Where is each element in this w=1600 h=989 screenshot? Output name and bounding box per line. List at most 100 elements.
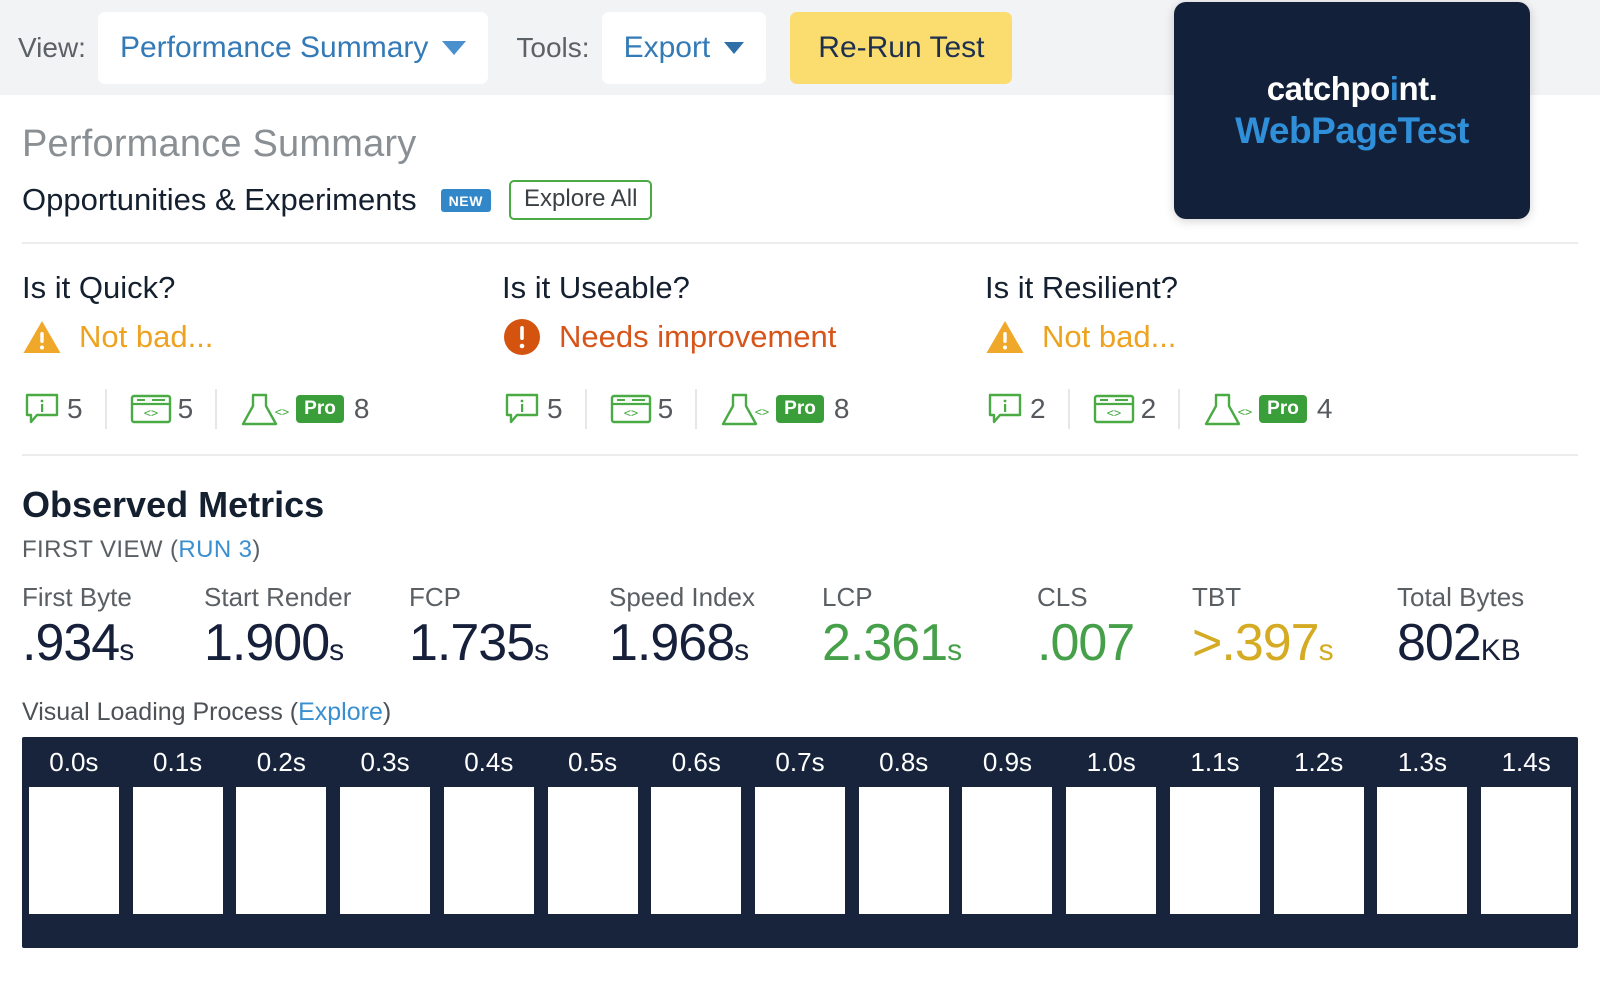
frame-timestamp: 0.7s xyxy=(775,747,825,778)
run-link[interactable]: RUN 3 xyxy=(178,536,252,563)
stat-insights[interactable]: 5 xyxy=(502,389,585,429)
metric-label: FCP xyxy=(409,582,461,612)
pro-badge: Pro xyxy=(776,395,824,423)
filmstrip-frame: 0.0s xyxy=(22,747,126,934)
metric-value: 802KB xyxy=(1397,614,1577,672)
stat-experiments[interactable]: <> 5 xyxy=(584,389,696,429)
stat-count: 5 xyxy=(547,393,563,424)
assessment-question: Is it Useable? xyxy=(502,270,690,305)
frame-thumbnail[interactable] xyxy=(1377,787,1468,915)
frame-timestamp: 0.3s xyxy=(360,747,410,778)
metric-value: 1.900s xyxy=(204,614,409,672)
metric-first-byte: First Byte .934s xyxy=(22,582,204,672)
divider-middle xyxy=(22,454,1578,456)
stat-pro-experiments[interactable]: <> Pro 8 xyxy=(215,389,391,429)
assessment-question: Is it Resilient? xyxy=(985,270,1178,305)
stat-experiments[interactable]: <> 5 xyxy=(104,389,216,429)
metric-label: Speed Index xyxy=(609,582,756,612)
brand-part-2: nt. xyxy=(1398,69,1438,107)
stat-pro-experiments[interactable]: <> Pro 8 xyxy=(695,389,871,429)
frame-timestamp: 1.1s xyxy=(1190,747,1240,778)
assessment-verdict-text: Not bad... xyxy=(1042,319,1177,354)
metric-value: .934s xyxy=(22,614,204,672)
stat-insights[interactable]: 5 xyxy=(22,389,105,429)
frame-thumbnail[interactable] xyxy=(28,787,119,915)
stat-count: 4 xyxy=(1316,393,1333,424)
frame-thumbnail[interactable] xyxy=(755,787,845,915)
frame-thumbnail[interactable] xyxy=(962,787,1053,915)
stat-count: 8 xyxy=(833,393,850,424)
metric-value: >.397s xyxy=(1192,614,1397,672)
metric-speed-index: Speed Index 1.968s xyxy=(609,582,822,672)
pro-badge: Pro xyxy=(296,395,344,423)
frame-thumbnail[interactable] xyxy=(1066,787,1157,915)
caption-after: ) xyxy=(382,698,392,727)
exclamation-circle-icon xyxy=(504,319,540,355)
webpagetest-wordmark: WebPageTest xyxy=(1235,109,1469,151)
frame-timestamp: 1.0s xyxy=(1086,747,1136,778)
frame-timestamp: 0.6s xyxy=(671,747,721,778)
metric-unit: s xyxy=(947,634,963,667)
filmstrip-frame: 1.0s xyxy=(1059,747,1163,934)
assessment-stats: 5 <> 5 <> Pro 8 xyxy=(502,386,985,432)
visual-loading-caption: Visual Loading Process (Explore) xyxy=(22,698,1578,727)
assessment-quick: Is it Quick? Not bad... 5 <> 5 <> Pro 8 xyxy=(22,270,502,432)
frame-timestamp: 0.0s xyxy=(49,747,99,778)
stat-insights[interactable]: 2 xyxy=(985,389,1068,429)
filmstrip-frame: 1.3s xyxy=(1371,747,1475,934)
browser-code-icon: <> xyxy=(1093,394,1134,424)
metric-value: 2.361s xyxy=(822,614,1037,672)
stat-count: 5 xyxy=(657,393,674,424)
stat-count: 2 xyxy=(1030,393,1046,424)
metric-number: .934 xyxy=(22,614,120,672)
view-dropdown[interactable]: Performance Summary xyxy=(97,11,489,84)
info-bubble-icon xyxy=(25,393,59,424)
metric-unit: s xyxy=(534,634,550,667)
frame-thumbnail[interactable] xyxy=(443,787,534,915)
filmstrip-frame: 0.5s xyxy=(541,747,645,934)
frame-timestamp: 1.3s xyxy=(1397,747,1447,778)
svg-text:<>: <> xyxy=(623,406,637,420)
divider-top xyxy=(22,242,1578,244)
re-run-test-button[interactable]: Re-Run Test xyxy=(790,11,1013,84)
stat-count: 5 xyxy=(177,393,194,424)
export-dropdown-value: Export xyxy=(623,30,711,64)
assessment-verdict: Needs improvement xyxy=(502,312,985,362)
filmstrip-frame: 0.7s xyxy=(748,747,852,934)
frame-thumbnail[interactable] xyxy=(1481,787,1572,915)
stat-count: 2 xyxy=(1140,393,1157,424)
stat-pro-experiments[interactable]: <> Pro 4 xyxy=(1178,389,1354,429)
frame-thumbnail[interactable] xyxy=(1273,787,1364,915)
frame-thumbnail[interactable] xyxy=(132,787,223,915)
filmstrip-frame: 1.2s xyxy=(1267,747,1371,934)
brand-part-1: catchpo xyxy=(1266,69,1391,107)
flask-code-icon: <> xyxy=(721,393,769,426)
first-view-subhead: FIRST VIEW (RUN 3) xyxy=(22,536,1578,564)
stat-experiments[interactable]: <> 2 xyxy=(1067,389,1179,429)
frame-timestamp: 0.2s xyxy=(256,747,306,778)
frame-timestamp: 0.8s xyxy=(879,747,929,778)
frame-thumbnail[interactable] xyxy=(858,787,949,915)
frame-thumbnail[interactable] xyxy=(547,787,638,915)
main-content: Performance Summary Opportunities & Expe… xyxy=(0,123,1600,949)
metric-fcp: FCP 1.735s xyxy=(409,582,609,672)
view-dropdown-value: Performance Summary xyxy=(119,30,429,64)
metric-lcp: LCP 2.361s xyxy=(822,582,1037,672)
catchpoint-wordmark: catchpoint. xyxy=(1267,70,1438,108)
filmstrip-frame: 0.2s xyxy=(229,747,333,934)
flask-code-icon: <> xyxy=(1204,393,1252,426)
frame-thumbnail[interactable] xyxy=(340,787,431,915)
frame-thumbnail[interactable] xyxy=(1169,787,1260,915)
frame-timestamp: 0.4s xyxy=(464,747,514,778)
stat-count: 5 xyxy=(67,393,83,424)
frame-timestamp: 0.1s xyxy=(153,747,203,778)
frame-thumbnail[interactable] xyxy=(651,787,742,915)
metric-number: 2.361 xyxy=(822,614,948,672)
metric-number: 1.900 xyxy=(204,614,330,672)
explore-all-button[interactable]: Explore All xyxy=(509,180,653,220)
chevron-down-icon xyxy=(724,41,745,54)
explore-link[interactable]: Explore xyxy=(298,698,383,726)
catchpoint-webpagetest-logo[interactable]: catchpoint. WebPageTest xyxy=(1174,2,1530,219)
export-dropdown[interactable]: Export xyxy=(601,11,767,84)
frame-thumbnail[interactable] xyxy=(236,787,327,915)
